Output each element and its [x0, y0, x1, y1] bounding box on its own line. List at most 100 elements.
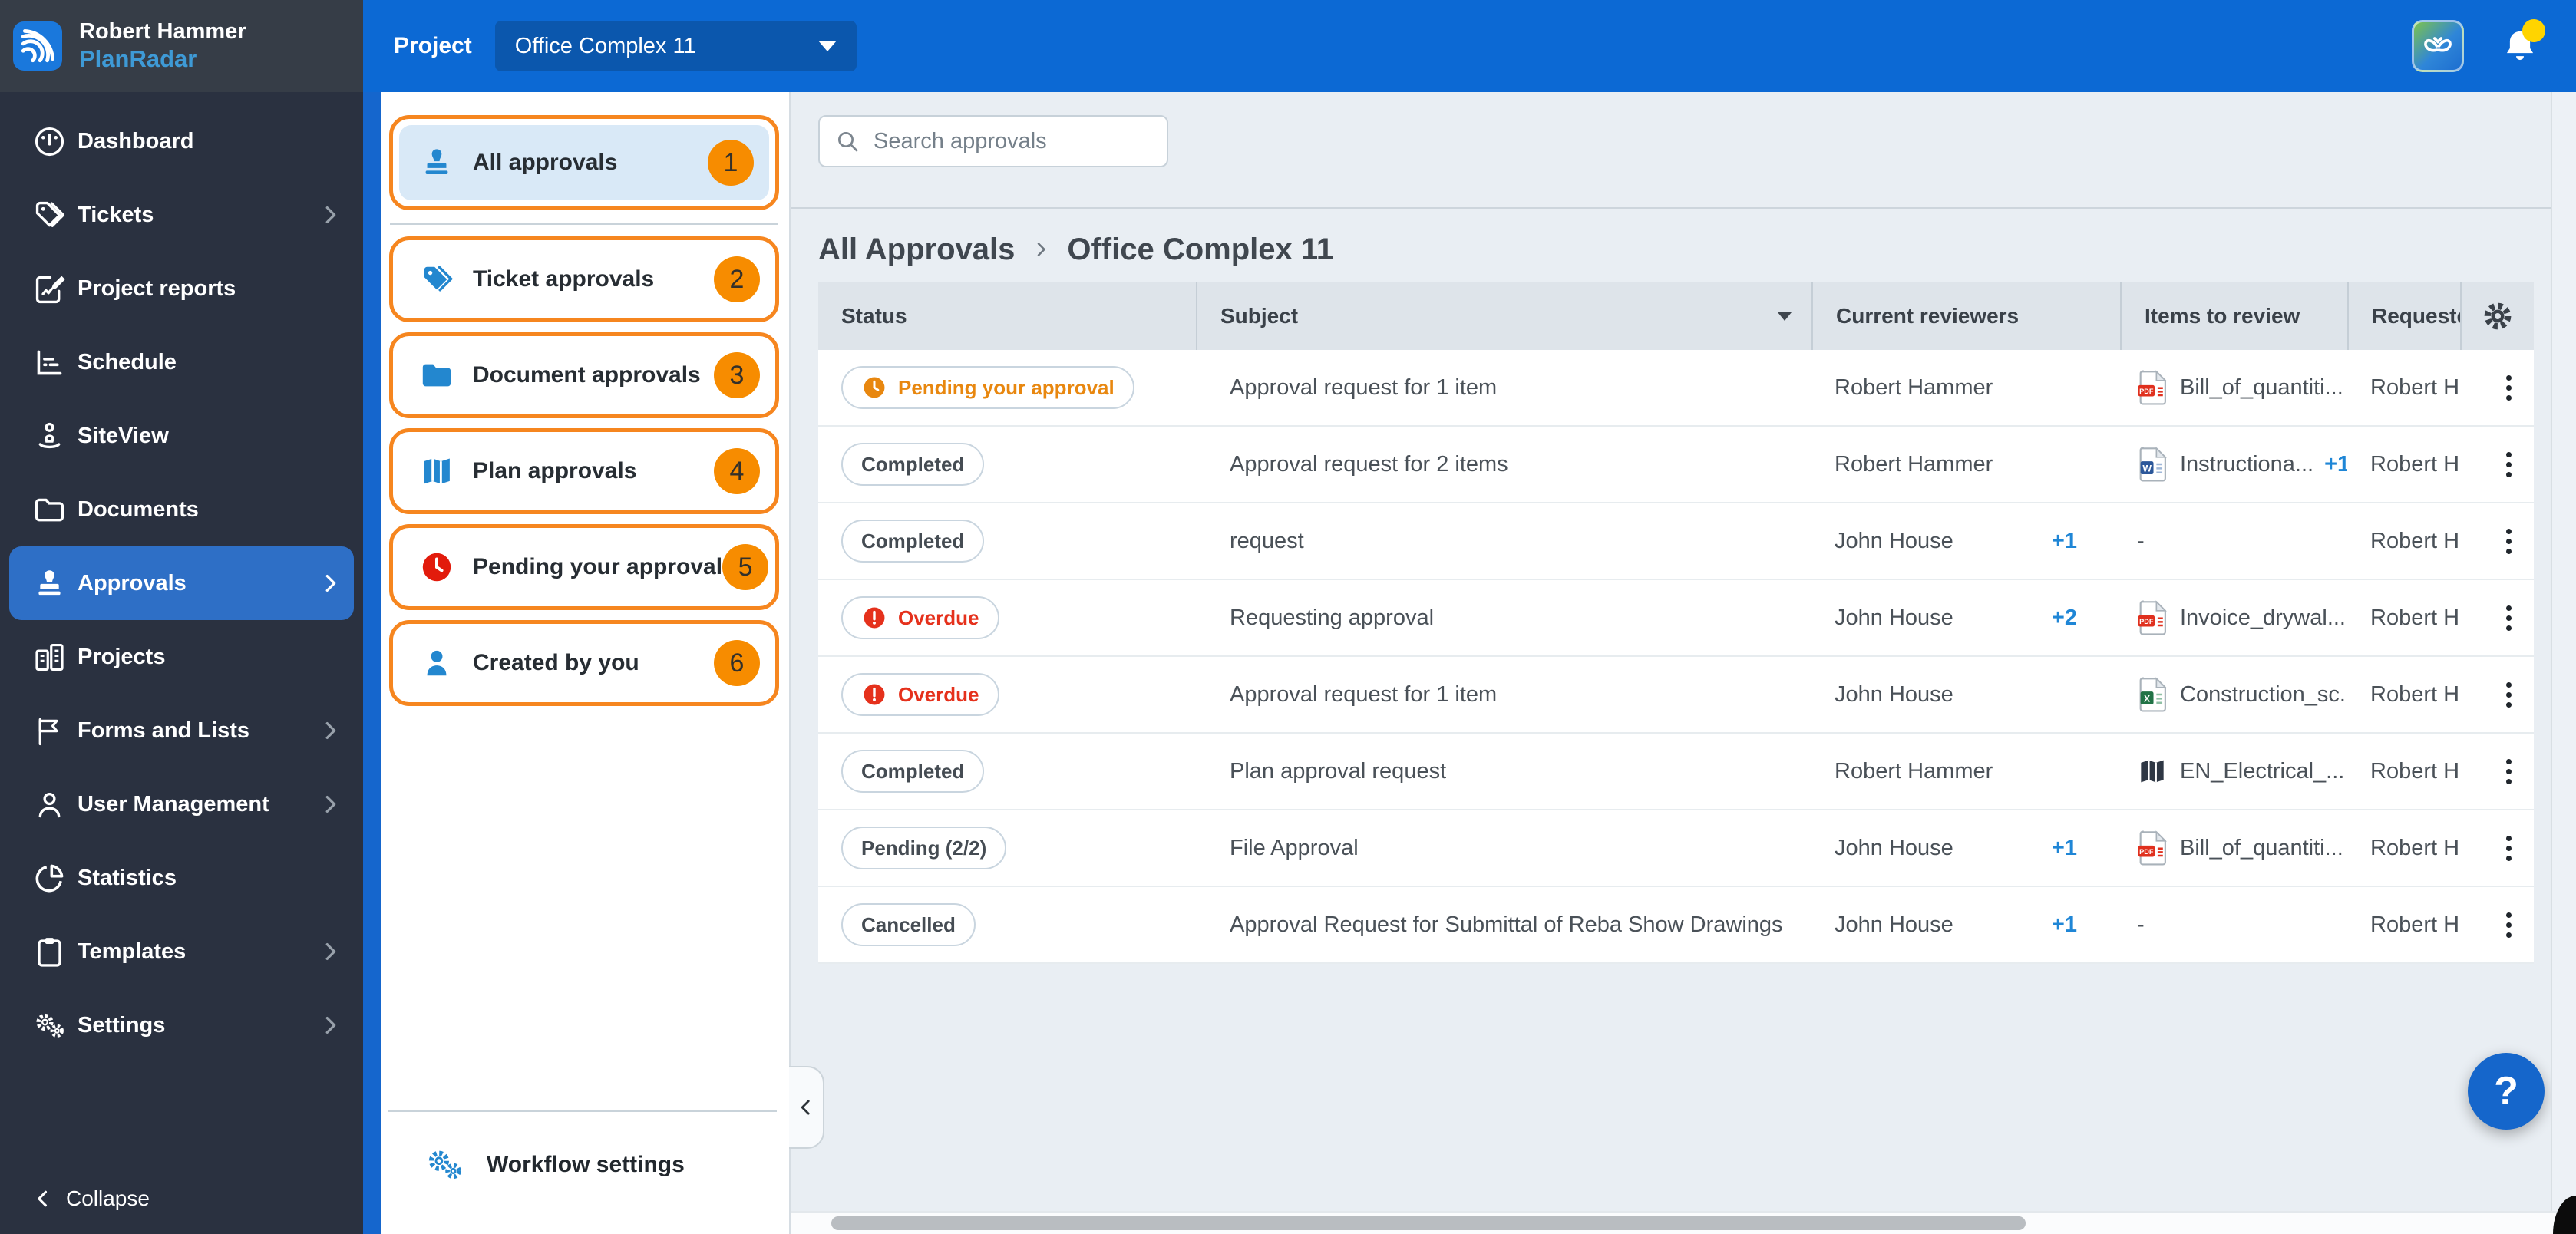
column-header-requester[interactable]: Requester	[2347, 282, 2460, 350]
breadcrumb-root[interactable]: All Approvals	[818, 233, 1015, 267]
row-menu-button[interactable]	[2492, 365, 2525, 411]
user-name: Robert Hammer	[79, 19, 246, 45]
chevron-right-icon	[319, 719, 342, 742]
sidebar-item-projects[interactable]: Projects	[0, 620, 363, 694]
sidebar-item-schedule[interactable]: Schedule	[0, 325, 363, 399]
search-box[interactable]	[818, 115, 1168, 167]
table-row[interactable]: Completed request John House +1 - Robert…	[818, 503, 2534, 580]
row-menu-button[interactable]	[2492, 595, 2525, 641]
column-header-items-to-review[interactable]: Items to review	[2120, 282, 2347, 350]
brand-name: PlanRadar	[79, 45, 246, 73]
project-select-value: Office Complex 11	[515, 34, 696, 59]
gauge-icon	[32, 124, 67, 159]
requester-cell: Robert Ha	[2347, 810, 2460, 886]
items-cell: X Construction_sc...	[2120, 657, 2347, 732]
project-select[interactable]: Office Complex 11	[495, 21, 857, 71]
sidebar-item-templates[interactable]: Templates	[0, 915, 363, 988]
breadcrumb: All Approvals Office Complex 11	[818, 226, 1333, 273]
status-badge: Cancelled	[841, 903, 976, 946]
table-row[interactable]: Completed Approval request for 2 items R…	[818, 427, 2534, 503]
more-items-link[interactable]: +1	[2324, 452, 2347, 477]
help-button[interactable]: ?	[2468, 1053, 2545, 1130]
folderFill-icon	[419, 358, 454, 393]
more-reviewers-link[interactable]: +1	[2052, 529, 2077, 554]
table-row[interactable]: Cancelled Approval Request for Submittal…	[818, 887, 2534, 964]
svg-text:X: X	[2144, 694, 2151, 704]
alert-icon	[861, 681, 887, 708]
sidebar-item-tickets[interactable]: Tickets	[0, 178, 363, 252]
sidebar-item-statistics[interactable]: Statistics	[0, 841, 363, 915]
sidebar-item-settings[interactable]: Settings	[0, 988, 363, 1062]
status-badge: Completed	[841, 520, 984, 563]
requester-cell: Robert Ha	[2347, 427, 2460, 502]
sidebar-item-approvals[interactable]: Approvals	[9, 546, 354, 620]
row-menu-button[interactable]	[2492, 441, 2525, 487]
user-block[interactable]: Robert Hammer PlanRadar	[0, 0, 363, 92]
table-settings-button[interactable]	[2460, 282, 2534, 350]
items-cell: W Instructiona... +1	[2120, 427, 2347, 502]
svg-text:PDF: PDF	[2139, 848, 2154, 856]
app-switcher-button[interactable]	[2412, 20, 2464, 72]
pie-icon	[32, 861, 67, 896]
reviewers-cell: John House +2	[1811, 580, 2120, 655]
filter-plan-approvals[interactable]: Plan approvals 4	[389, 428, 779, 514]
user-icon	[32, 787, 67, 822]
filter-ticket-approvals[interactable]: Ticket approvals 2	[389, 236, 779, 322]
chevron-right-icon	[319, 793, 342, 816]
filter-document-approvals[interactable]: Document approvals 3	[389, 332, 779, 418]
column-header-status[interactable]: Status	[818, 282, 1196, 350]
sidebar-item-siteview[interactable]: SiteView	[0, 399, 363, 473]
row-menu-button[interactable]	[2492, 671, 2525, 718]
sidebar: Robert Hammer PlanRadar Dashboard Ticket…	[0, 0, 363, 1234]
table-row[interactable]: Pending your approval Approval request f…	[818, 350, 2534, 427]
right-gutter	[2551, 92, 2576, 1211]
column-header-subject[interactable]: Subject	[1196, 282, 1811, 350]
tag-icon	[32, 198, 67, 233]
sidebar-item-forms-and-lists[interactable]: Forms and Lists	[0, 694, 363, 767]
sidebar-item-user-management[interactable]: User Management	[0, 767, 363, 841]
collapse-panel-handle[interactable]	[789, 1066, 824, 1149]
sidebar-item-project-reports[interactable]: Project reports	[0, 252, 363, 325]
row-menu-button[interactable]	[2492, 902, 2525, 948]
items-cell: PDF Bill_of_quantiti...	[2120, 350, 2347, 425]
svg-text:PDF: PDF	[2139, 618, 2154, 625]
items-cell: PDF Bill_of_quantiti...	[2120, 810, 2347, 886]
row-menu-button[interactable]	[2492, 518, 2525, 564]
reviewers-cell: John House	[1811, 657, 2120, 732]
notifications-button[interactable]	[2501, 25, 2539, 67]
filter-pending-your-approval[interactable]: Pending your approval 5	[389, 524, 779, 610]
requester-cell: Robert Ha	[2347, 887, 2460, 962]
more-reviewers-link[interactable]: +2	[2052, 605, 2077, 631]
filter-created-by-you[interactable]: Created by you 6	[389, 620, 779, 706]
stamp-icon	[419, 145, 454, 180]
table-row[interactable]: Overdue Requesting approval John House +…	[818, 580, 2534, 657]
workflow-settings-button[interactable]: Workflow settings	[381, 1133, 789, 1197]
sidebar-item-documents[interactable]: Documents	[0, 473, 363, 546]
scrollbar-thumb[interactable]	[831, 1216, 2026, 1230]
table-row[interactable]: Pending (2/2) File Approval John House +…	[818, 810, 2534, 887]
table-row[interactable]: Overdue Approval request for 1 item John…	[818, 657, 2534, 734]
subject-cell: request	[1196, 503, 1811, 579]
more-reviewers-link[interactable]: +1	[2052, 912, 2077, 938]
gears-icon	[424, 1147, 465, 1183]
collapse-sidebar-button[interactable]: Collapse	[0, 1174, 150, 1223]
personFill-icon	[419, 645, 454, 681]
more-reviewers-link[interactable]: +1	[2052, 836, 2077, 861]
sidebar-item-dashboard[interactable]: Dashboard	[0, 104, 363, 178]
reviewers-cell: John House +1	[1811, 810, 2120, 886]
reviewers-cell: John House +1	[1811, 887, 2120, 962]
filter-all-approvals[interactable]: All approvals 1	[389, 115, 779, 210]
search-input[interactable]	[872, 128, 1151, 155]
svg-text:PDF: PDF	[2139, 388, 2154, 395]
clipboard-icon	[32, 935, 67, 969]
column-header-current-reviewers[interactable]: Current reviewers	[1811, 282, 2120, 350]
subject-cell: Approval Request for Submittal of Reba S…	[1196, 887, 1811, 962]
row-menu-button[interactable]	[2492, 748, 2525, 794]
table-row[interactable]: Completed Plan approval request Robert H…	[818, 734, 2534, 810]
flag-icon	[32, 714, 67, 748]
chevron-right-icon	[319, 940, 342, 963]
step-number-badge: 4	[714, 448, 760, 494]
pdf-icon: PDF	[2137, 370, 2168, 405]
row-menu-button[interactable]	[2492, 825, 2525, 871]
chevron-left-icon	[796, 1096, 816, 1119]
